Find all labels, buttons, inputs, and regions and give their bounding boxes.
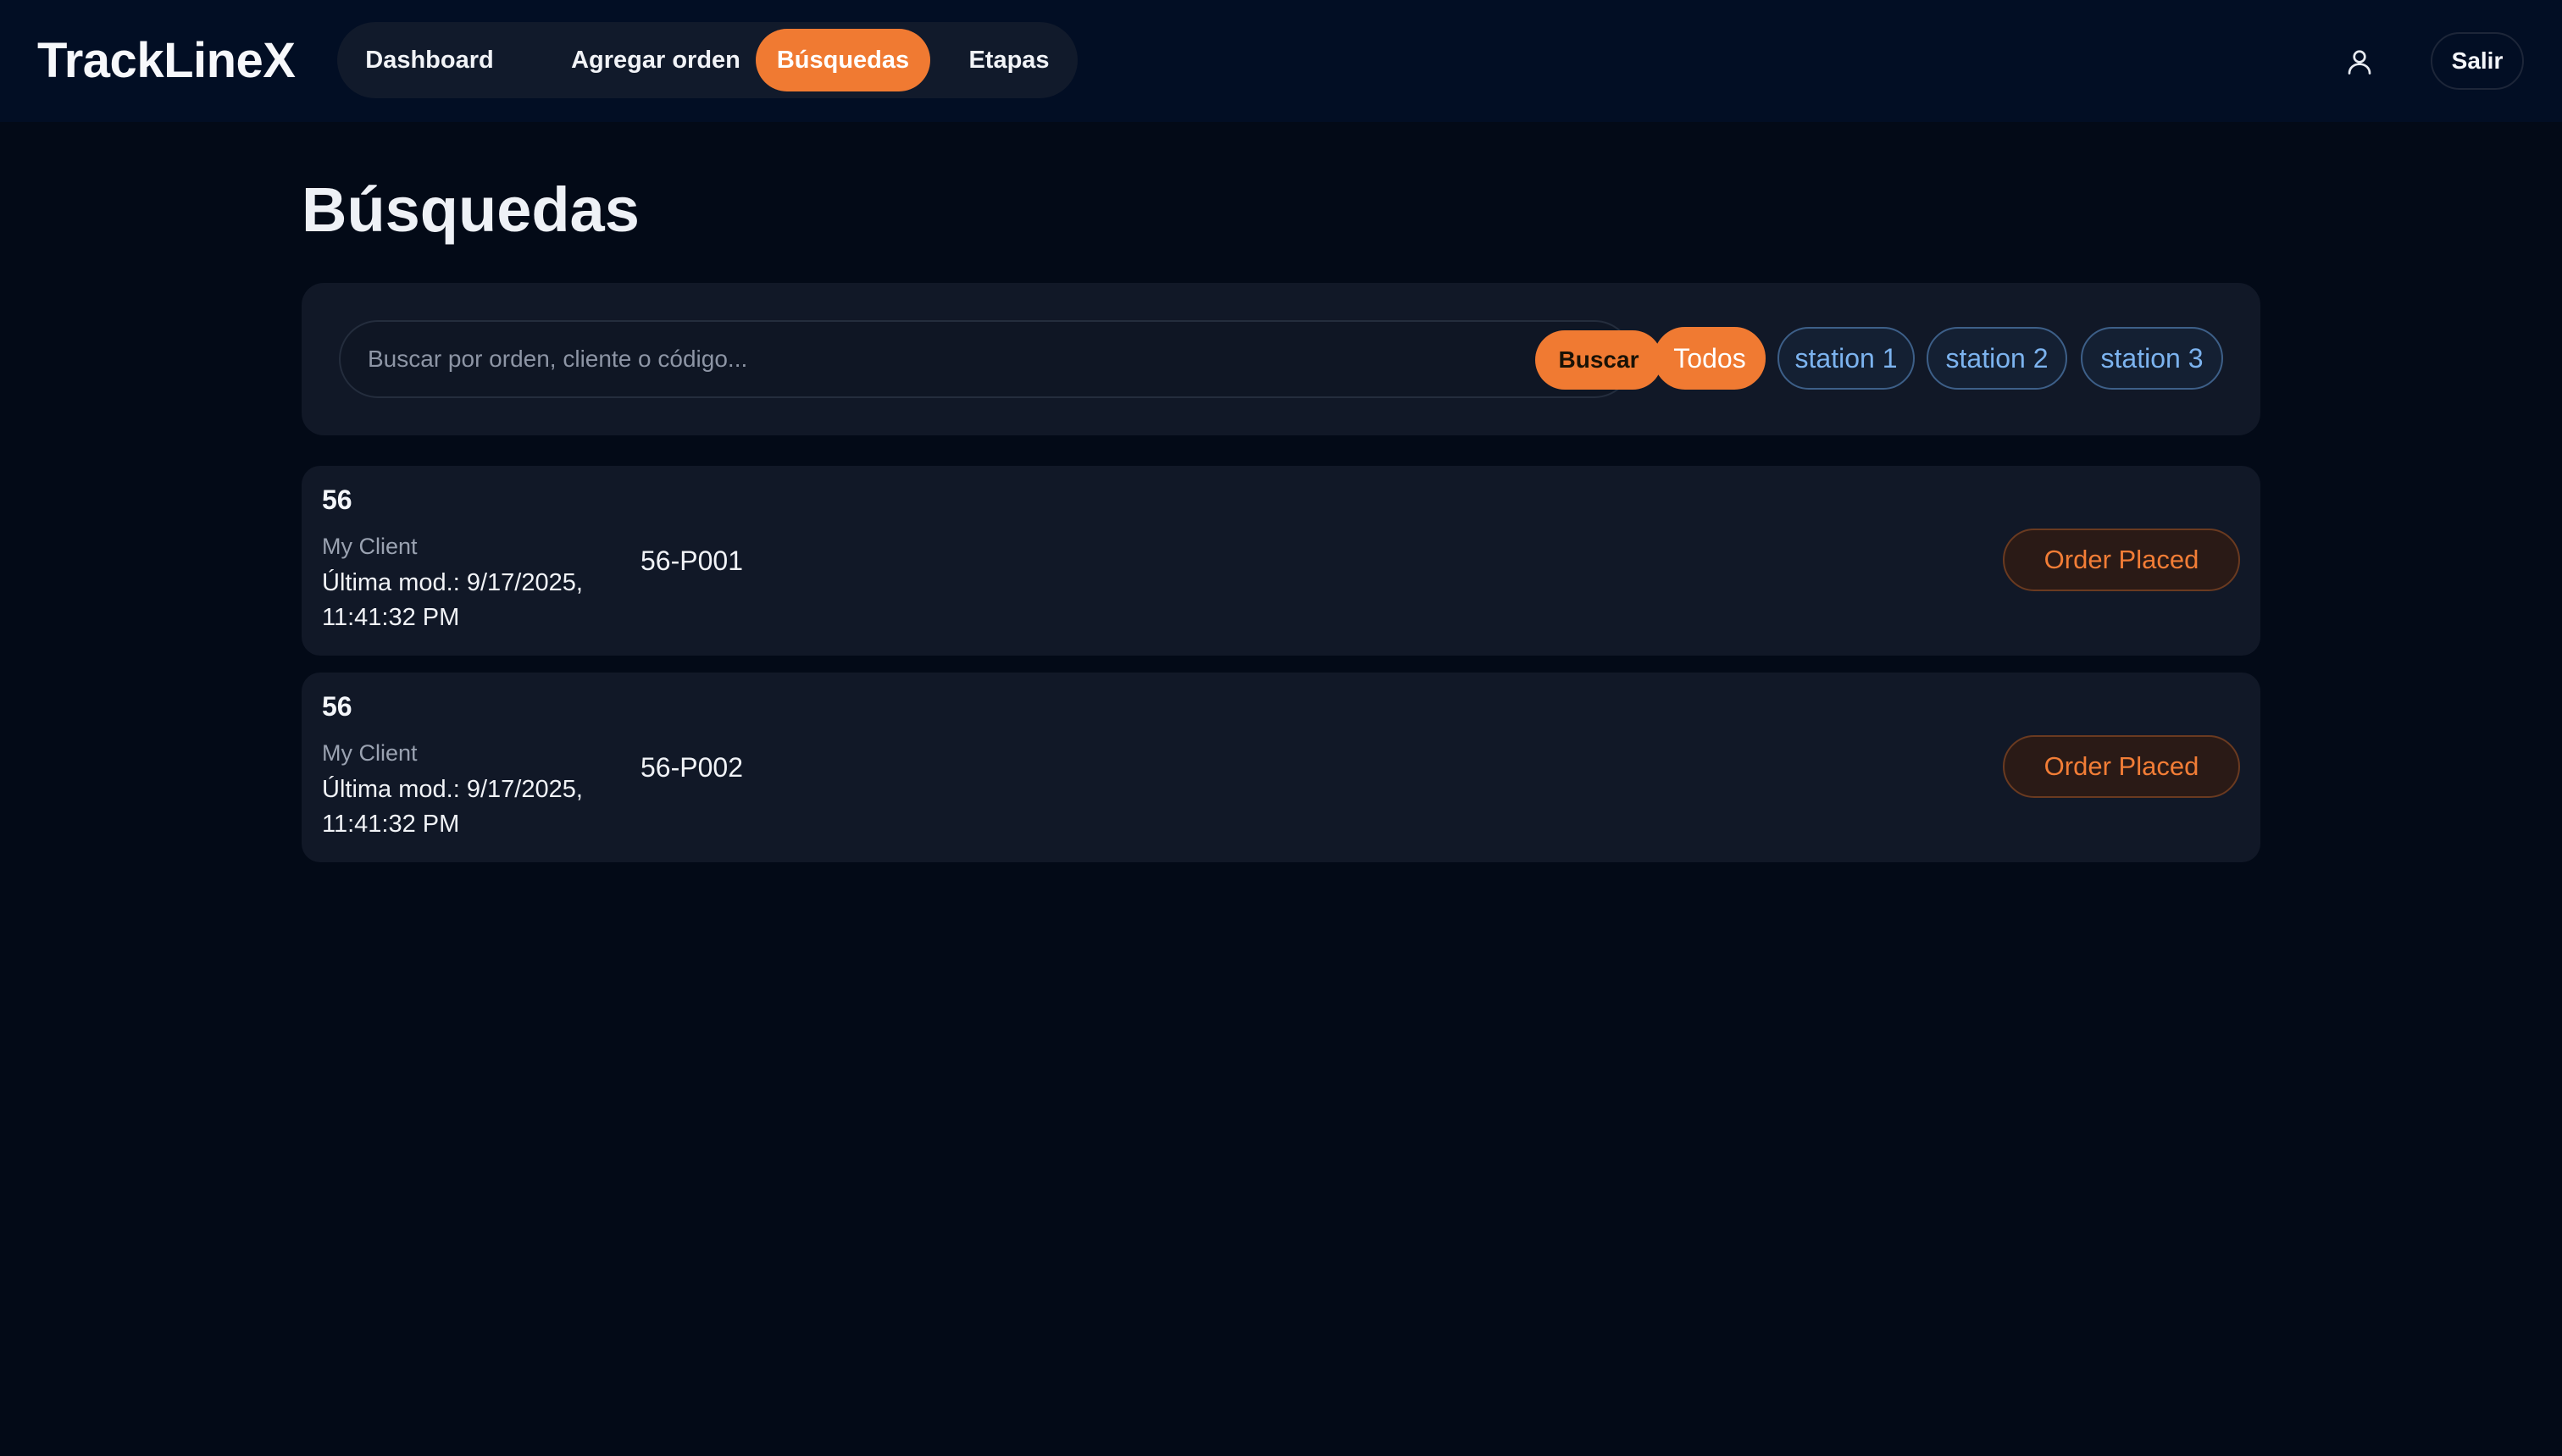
filter-chip-todos[interactable]: Todos (1654, 327, 1766, 390)
filter-chip-station-1[interactable]: station 1 (1777, 327, 1915, 390)
last-modified: Última mod.: 9/17/2025, 11:41:32 PM (322, 776, 583, 838)
status-badge: Order Placed (2003, 529, 2240, 591)
app-logo[interactable]: TrackLineX (37, 29, 296, 93)
last-modified: Última mod.: 9/17/2025, 11:41:32 PM (322, 569, 583, 631)
search-panel: Buscar Todos station 1 station 2 station… (302, 283, 2260, 435)
user-icon (2348, 50, 2371, 75)
order-number: 56 (322, 484, 352, 515)
nav-item-dashboard[interactable]: Dashboard (349, 29, 510, 91)
main-nav: Dashboard Agregar orden Búsquedas Etapas (337, 22, 1078, 98)
result-card[interactable]: 56 My Client Última mod.: 9/17/2025, 11:… (302, 673, 2260, 862)
item-code: 56-P001 (640, 545, 743, 576)
nav-item-agregar-orden[interactable]: Agregar orden (530, 29, 781, 91)
filter-chip-station-2[interactable]: station 2 (1927, 327, 2067, 390)
client-name: My Client (322, 740, 418, 766)
filter-chip-station-3[interactable]: station 3 (2081, 327, 2223, 390)
order-number: 56 (322, 691, 352, 722)
page-title: Búsquedas (302, 174, 640, 245)
search-box: Buscar (339, 320, 1662, 398)
search-input[interactable] (366, 334, 1467, 385)
logout-button[interactable]: Salir (2431, 32, 2524, 90)
client-name: My Client (322, 534, 418, 559)
user-profile-button[interactable] (2333, 36, 2386, 88)
nav-item-etapas[interactable]: Etapas (952, 29, 1066, 91)
search-button[interactable]: Buscar (1535, 330, 1662, 390)
status-badge: Order Placed (2003, 735, 2240, 798)
item-code: 56-P002 (640, 752, 743, 783)
top-bar: TrackLineX Dashboard Agregar orden Búsqu… (0, 0, 2562, 122)
nav-item-busquedas[interactable]: Búsquedas (756, 29, 930, 91)
result-card[interactable]: 56 My Client Última mod.: 9/17/2025, 11:… (302, 466, 2260, 656)
